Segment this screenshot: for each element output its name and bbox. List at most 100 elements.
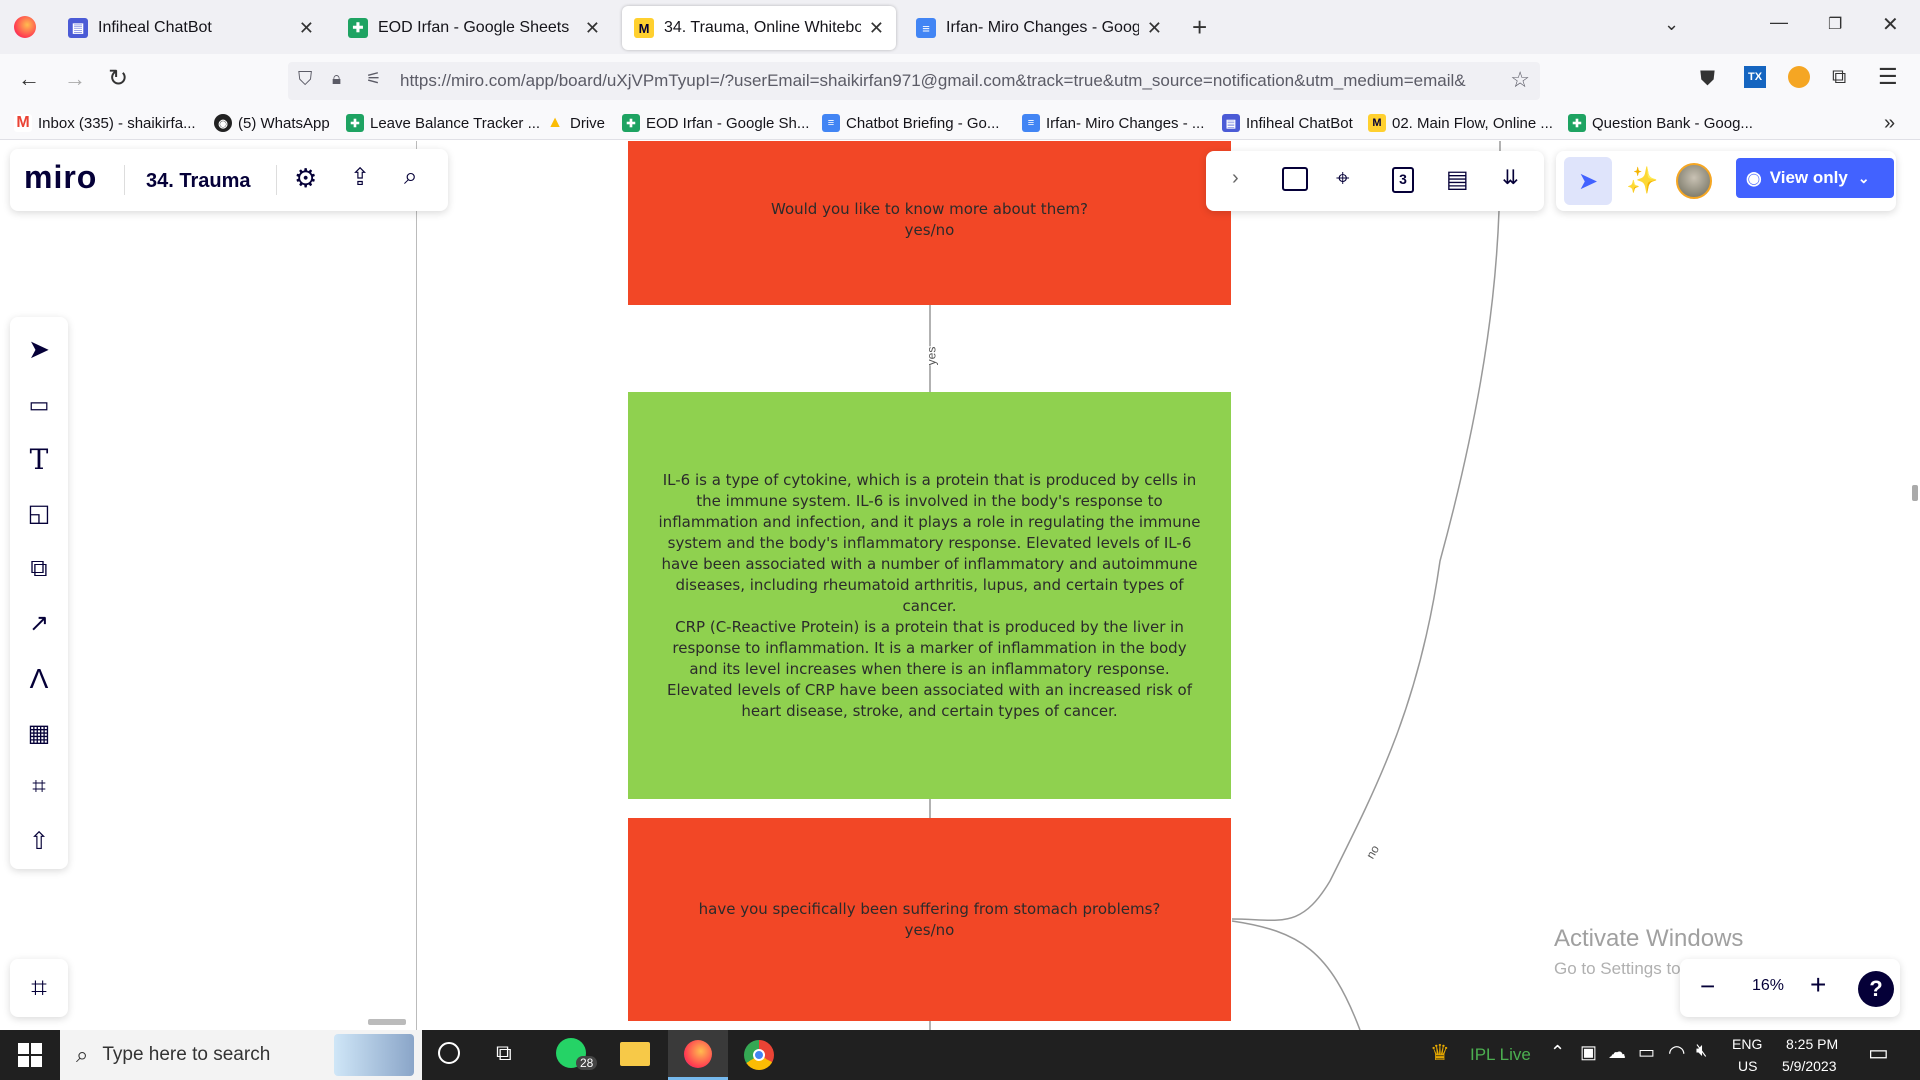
text-icon[interactable]: T	[19, 439, 59, 479]
pen-icon[interactable]: ↗	[19, 603, 59, 643]
wifi-icon[interactable]: ◠	[1668, 1040, 1685, 1065]
back-icon[interactable]: ←	[18, 66, 40, 92]
ipl-live-icon[interactable]: ♛	[1430, 1040, 1450, 1066]
file-explorer-icon[interactable]	[620, 1042, 650, 1066]
timer-counter-icon[interactable]: 3	[1392, 167, 1414, 193]
shield-icon[interactable]: ⛉	[298, 69, 312, 91]
menu-icon[interactable]: ☰	[1878, 64, 1898, 90]
bookmark-chatbot-briefing[interactable]: ≡ Chatbot Briefing - Go...	[822, 114, 999, 132]
search-icon[interactable]: ⌕	[404, 163, 417, 191]
taskbar-search-box[interactable]: ⌕ Type here to search	[60, 1030, 422, 1080]
bookmark-whatsapp[interactable]: ◉ (5) WhatsApp	[214, 114, 330, 132]
battery-icon[interactable]: ▭	[1638, 1042, 1655, 1063]
url-bar[interactable]: ⛉ 🔒︎ ⚟ https://miro.com/app/board/uXjVPm…	[288, 62, 1540, 100]
cursor-filter-icon[interactable]: ➤	[1564, 157, 1612, 205]
close-icon[interactable]: ✕	[869, 18, 884, 39]
divider	[276, 165, 277, 195]
line-icon[interactable]: Λ	[19, 659, 59, 699]
new-tab-icon[interactable]: +	[1192, 12, 1207, 43]
notes-icon[interactable]: ▤	[1446, 165, 1469, 194]
shapes-icon[interactable]: ⧉	[19, 549, 59, 589]
tab-infiheal-chatbot[interactable]: ▤ Infiheal ChatBot ✕	[56, 6, 326, 50]
restore-icon[interactable]: ❐	[1828, 14, 1842, 34]
task-view-icon[interactable]: ⧉	[496, 1040, 512, 1066]
templates-icon[interactable]: ▦	[19, 713, 59, 753]
chevron-right-icon[interactable]: ›	[1232, 167, 1239, 190]
miro-logo[interactable]: miro	[24, 159, 97, 196]
tab-trauma-whiteboard[interactable]: M 34. Trauma, Online Whiteboard ✕	[622, 6, 896, 50]
notifications-icon[interactable]: ▭	[1868, 1040, 1889, 1066]
region-label[interactable]: US	[1738, 1058, 1757, 1074]
volume-icon[interactable]: 🔇︎	[1696, 1040, 1707, 1061]
bookmark-infiheal-chatbot[interactable]: ▤ Infiheal ChatBot	[1222, 114, 1353, 132]
minimize-icon[interactable]: —	[1770, 12, 1788, 33]
frame-list-icon[interactable]: ⌗	[19, 968, 59, 1008]
double-chevron-down-icon[interactable]: ⇊	[1502, 165, 1519, 190]
bookmark-main-flow[interactable]: M 02. Main Flow, Online ...	[1368, 114, 1553, 132]
frame-icon[interactable]: ⌗	[19, 767, 59, 807]
search-highlight-image	[334, 1034, 414, 1076]
upload-icon[interactable]: ⇧	[19, 821, 59, 861]
frames-panel-button[interactable]: ⌗	[10, 959, 68, 1017]
extension-badge-icon[interactable]	[1788, 66, 1810, 88]
question-card-know-more[interactable]: Would you like to know more about them? …	[628, 141, 1231, 305]
bookmark-eod-irfan[interactable]: ✚ EOD Irfan - Google Sh...	[622, 114, 809, 132]
bookmark-question-bank[interactable]: ✚ Question Bank - Goog...	[1568, 114, 1753, 132]
extensions-icon[interactable]: ⧉	[1832, 66, 1846, 89]
windows-start-icon[interactable]	[18, 1043, 42, 1067]
chrome-taskbar-icon[interactable]	[744, 1040, 774, 1070]
celebrate-icon[interactable]: ✨	[1626, 165, 1658, 196]
question-card-stomach-problems[interactable]: have you specifically been suffering fro…	[628, 818, 1231, 1021]
zoom-in-icon[interactable]: +	[1810, 969, 1826, 1001]
more-bookmarks-icon[interactable]: »	[1884, 112, 1895, 135]
list-tabs-chevron-icon[interactable]: ⌄	[1664, 14, 1679, 35]
share-upload-icon[interactable]: ⇪	[350, 163, 370, 192]
vertical-scroll-indicator[interactable]	[1912, 485, 1918, 501]
miro-board-canvas[interactable]: yes no Would you like to know more about…	[0, 141, 1920, 1030]
info-card-il6-crp[interactable]: IL-6 is a type of cytokine, which is a p…	[628, 392, 1231, 799]
bookmark-star-icon[interactable]: ☆	[1510, 67, 1530, 93]
connector-label-yes[interactable]: yes	[924, 346, 939, 366]
clock-date[interactable]: 5/9/2023	[1782, 1058, 1837, 1074]
zoom-level[interactable]: 16%	[1752, 977, 1784, 995]
firefox-icon[interactable]	[14, 16, 36, 38]
pocket-icon[interactable]: ⛊	[1700, 68, 1715, 91]
url-text[interactable]: https://miro.com/app/board/uXjVPmTyupI=/…	[400, 71, 1490, 91]
tray-device-icon[interactable]: ▣	[1580, 1042, 1597, 1063]
close-icon[interactable]: ✕	[1147, 18, 1162, 39]
tab-irfan-miro-changes[interactable]: ≡ Irfan- Miro Changes - Google D ✕	[904, 6, 1174, 50]
docs-icon: ≡	[822, 114, 840, 132]
bookmark-drive[interactable]: ▲ Drive	[546, 114, 605, 132]
reload-icon[interactable]: ↻	[108, 64, 128, 93]
focus-frame-icon[interactable]: ⌖	[1336, 165, 1350, 193]
avatar[interactable]	[1676, 163, 1712, 199]
language-label[interactable]: ENG	[1732, 1036, 1762, 1052]
bookmark-leave-balance[interactable]: ✚ Leave Balance Tracker ...	[346, 114, 540, 132]
cortana-icon[interactable]	[438, 1042, 460, 1064]
scroll-handle[interactable]	[368, 1019, 406, 1025]
help-button[interactable]: ?	[1858, 971, 1894, 1007]
zoom-out-icon[interactable]: −	[1700, 971, 1715, 1002]
comment-icon[interactable]: ▭	[19, 385, 59, 425]
screen-share-icon[interactable]	[1282, 167, 1308, 191]
firefox-taskbar-icon[interactable]	[668, 1030, 728, 1080]
window-close-icon[interactable]: ✕	[1882, 12, 1899, 37]
bookmark-irfan-miro-changes[interactable]: ≡ Irfan- Miro Changes - ...	[1022, 114, 1204, 132]
permissions-icon[interactable]: ⚟	[366, 69, 381, 89]
settings-icon[interactable]: ⚙	[294, 163, 317, 194]
bookmark-gmail[interactable]: M Inbox (335) - shaikirfa...	[14, 114, 196, 132]
view-only-button[interactable]: ◉ View only ⌄	[1736, 158, 1894, 198]
forward-icon[interactable]: →	[64, 66, 86, 92]
sticky-note-icon[interactable]: ◱	[19, 493, 59, 533]
close-icon[interactable]: ✕	[299, 18, 314, 39]
ipl-live-label[interactable]: IPL Live	[1470, 1045, 1531, 1065]
tab-eod-irfan[interactable]: ✚ EOD Irfan - Google Sheets ✕	[336, 6, 612, 50]
board-title[interactable]: 34. Trauma	[146, 170, 251, 193]
onedrive-icon[interactable]: ☁	[1608, 1042, 1626, 1063]
clock-time[interactable]: 8:25 PM	[1786, 1036, 1838, 1052]
extension-tx-icon[interactable]: TX	[1744, 66, 1766, 88]
pointer-icon[interactable]: ➤	[19, 329, 59, 369]
tray-chevron-up-icon[interactable]: ⌃	[1550, 1042, 1565, 1063]
close-icon[interactable]: ✕	[585, 18, 600, 39]
lock-icon[interactable]: 🔒︎	[332, 69, 341, 89]
